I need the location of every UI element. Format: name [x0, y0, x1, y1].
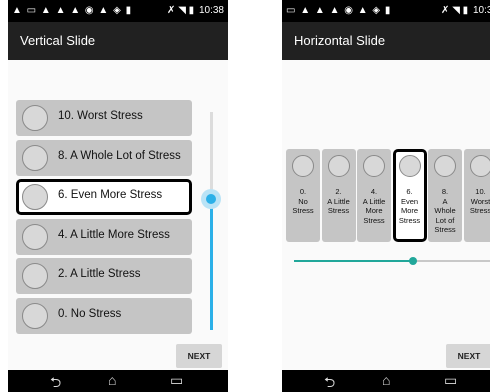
stress-item[interactable]: 10. Worst Stress [16, 100, 192, 136]
face-icon [363, 155, 385, 177]
stress-item[interactable]: 2. A Little Stress [321, 149, 356, 242]
next-button[interactable]: NEXT [176, 344, 222, 368]
stress-item-label: 8. A Whole Lot of Stress [58, 149, 181, 162]
stress-item[interactable]: 4. A Little More Stress [357, 149, 391, 242]
stress-item-label: 4. A Little More Stress [362, 187, 386, 225]
stress-item-label: 0. No Stress [58, 307, 122, 320]
stress-list: 10. Worst Stress 8. A Whole Lot of Stress… [16, 100, 192, 337]
stress-item-label: 6. Even More Stress [398, 187, 421, 225]
stress-item[interactable]: 0. No Stress [286, 149, 320, 242]
next-button[interactable]: NEXT [446, 344, 490, 368]
stress-item-label: 4. A Little More Stress [58, 228, 170, 241]
status-bar: ▭ ▲ ▲ ▲ ◉ ▲ ◈ ▮ ✗ ◥ ▮ 10:38 [282, 0, 490, 22]
face-icon [22, 184, 48, 210]
stress-item[interactable]: 6. Even More Stress [16, 179, 192, 215]
stress-item-label: 0. No Stress [292, 187, 314, 215]
face-icon [398, 155, 421, 177]
stress-item-label: 6. Even More Stress [58, 189, 163, 201]
status-right: ✗ ◥ ▮ 10:38 [167, 5, 224, 16]
stress-item[interactable]: 0. No Stress [16, 297, 192, 334]
face-icon [22, 263, 48, 289]
nav-bar: ⮌ ⌂ ▭ [282, 370, 490, 392]
stress-item-label: 2. A Little Stress [58, 268, 141, 280]
face-icon [434, 155, 456, 177]
home-icon[interactable]: ⌂ [382, 372, 390, 388]
content-area: 0. No Stress 2. A Little Stress 4. A Littl… [282, 60, 490, 370]
notification-icons: ▭ ▲ ▲ ▲ ◉ ▲ ◈ ▮ [286, 5, 392, 16]
nav-bar: ⮌ ⌂ ▭ [8, 370, 228, 392]
face-icon [292, 155, 314, 177]
stress-item[interactable]: 4. A Little More Stress [16, 218, 192, 255]
back-icon[interactable]: ⮌ [50, 372, 61, 392]
stress-item[interactable]: 10. Worst Stress [463, 149, 490, 242]
home-icon[interactable]: ⌂ [108, 372, 116, 388]
stress-item[interactable]: 6. Even More Stress [392, 149, 427, 242]
notification-icons: ▲ ▭ ▲ ▲ ▲ ◉ ▲ ◈ ▮ [12, 5, 133, 16]
face-icon [469, 155, 490, 177]
recents-icon[interactable]: ▭ [444, 372, 457, 389]
face-icon [22, 302, 48, 329]
back-icon[interactable]: ⮌ [324, 372, 335, 392]
app-bar: Horizontal Slide [282, 22, 490, 60]
status-right: ✗ ◥ ▮ 10:38 [441, 5, 490, 16]
vertical-slide-screen: ▲ ▭ ▲ ▲ ▲ ◉ ▲ ◈ ▮ ✗ ◥ ▮ 10:38 Vertical S… [8, 0, 228, 392]
clock: 10:38 [198, 5, 224, 16]
page-title: Vertical Slide [20, 33, 96, 48]
face-icon [22, 144, 48, 171]
horizontal-slider-thumb[interactable] [408, 257, 417, 265]
face-icon [22, 223, 48, 250]
stress-item[interactable]: 8. A Whole Lot of Stress [428, 149, 462, 242]
stress-carousel: 0. No Stress 2. A Little Stress 4. A Littl… [282, 149, 490, 242]
stress-item[interactable]: 2. A Little Stress [16, 258, 192, 294]
slider-thumb-dot [206, 194, 216, 205]
content-area: 10. Worst Stress 8. A Whole Lot of Stress… [8, 60, 228, 370]
stress-item-label: 10. Worst Stress [469, 187, 490, 215]
stress-item-label: 2. A Little Stress [327, 187, 350, 215]
recents-icon[interactable]: ▭ [170, 372, 183, 389]
horizontal-slide-screen: ▭ ▲ ▲ ▲ ◉ ▲ ◈ ▮ ✗ ◥ ▮ 10:38 Horizontal S… [282, 0, 490, 392]
vertical-slider-thumb[interactable] [201, 189, 221, 210]
app-bar: Vertical Slide [8, 22, 228, 60]
horizontal-slider-fill [294, 260, 413, 262]
stress-item-label: 10. Worst Stress [58, 110, 143, 122]
clock: 10:38 [472, 5, 490, 16]
face-icon [22, 105, 48, 131]
face-icon [327, 155, 350, 177]
vertical-slider-fill [210, 199, 213, 330]
stress-item-label: 8. A Whole Lot of Stress [434, 187, 456, 234]
stress-item[interactable]: 8. A Whole Lot of Stress [16, 139, 192, 176]
page-title: Horizontal Slide [294, 33, 386, 48]
status-bar: ▲ ▭ ▲ ▲ ▲ ◉ ▲ ◈ ▮ ✗ ◥ ▮ 10:38 [8, 0, 228, 22]
